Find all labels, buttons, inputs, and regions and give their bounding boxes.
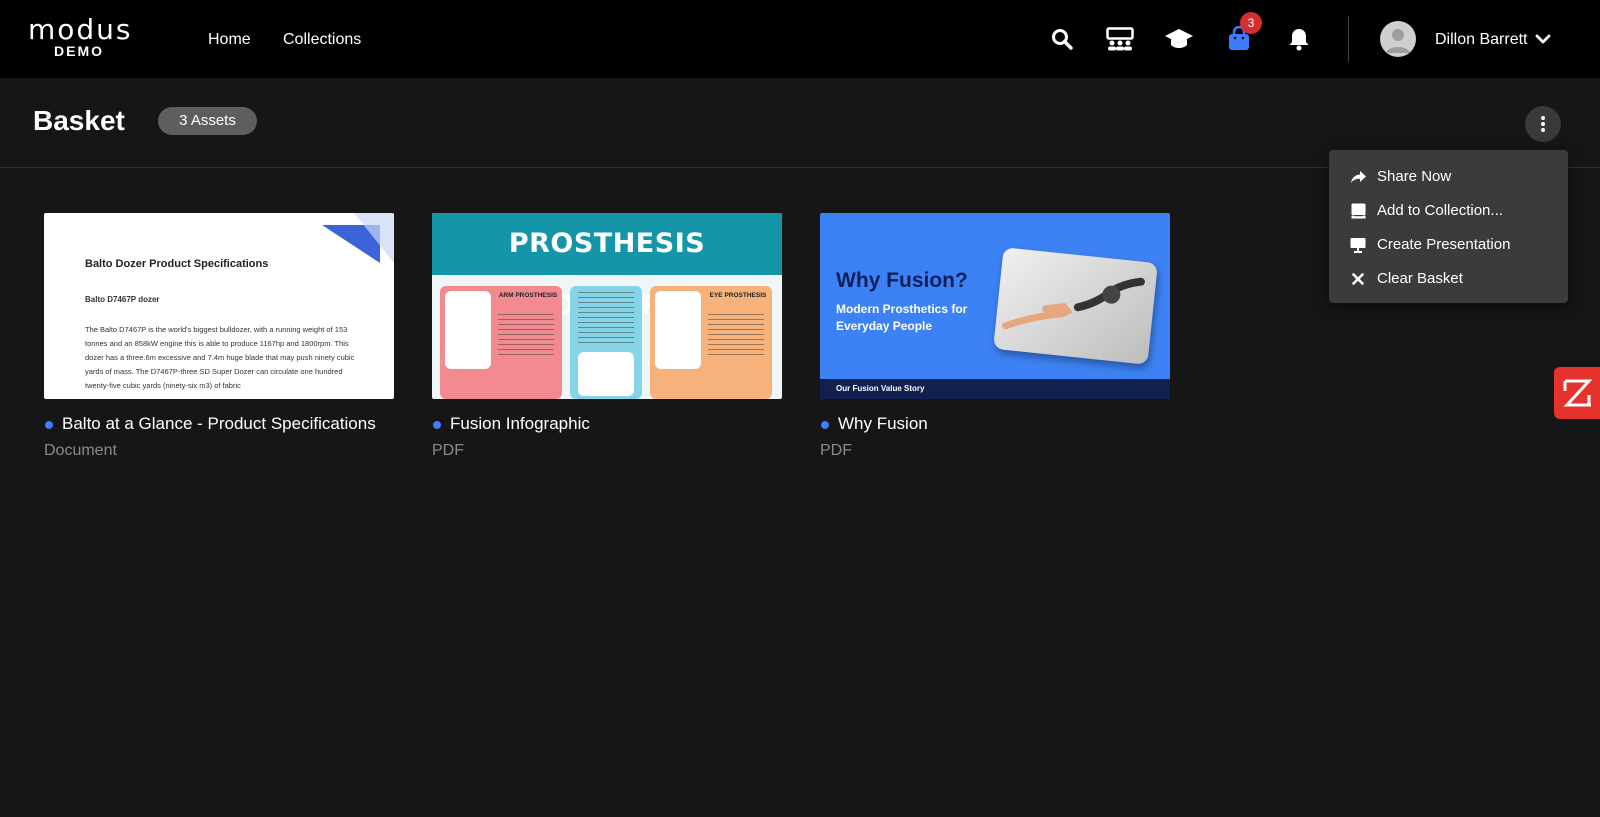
menu-item-share-now[interactable]: Share Now <box>1329 160 1568 194</box>
menu-item-clear-basket[interactable]: Clear Basket <box>1329 262 1568 296</box>
asset-type: PDF <box>820 442 852 459</box>
thumb-body-text: The Balto D7467P is the world's biggest … <box>85 325 355 390</box>
basket-count-badge: 3 <box>1240 12 1262 34</box>
asset-title[interactable]: Balto at a Glance - Product Specificatio… <box>62 414 376 434</box>
nav-home-link[interactable]: Home <box>208 30 251 50</box>
thumb-footer-text: Our Fusion Value Story <box>836 384 925 393</box>
logo-subtitle: DEMO <box>54 43 104 59</box>
asset-title[interactable]: Why Fusion <box>838 414 928 434</box>
share-icon <box>1349 168 1367 186</box>
menu-item-label: Create Presentation <box>1377 236 1511 253</box>
asset-count-badge: 3 Assets <box>158 107 257 135</box>
thumb-heading: Balto Dozer Product Specifications <box>85 258 269 270</box>
top-navigation-bar: modus DEMO Home Collections 3 Dillon Bar… <box>0 0 1600 78</box>
asset-thumbnail[interactable]: Why Fusion? Modern Prosthetics for Every… <box>820 213 1170 399</box>
vertical-dots-icon <box>1541 116 1545 132</box>
asset-type: Document <box>44 442 117 459</box>
asset-thumbnail[interactable]: Balto Dozer Product Specifications Balto… <box>44 213 394 399</box>
infographic-panel: EYE PROSTHESIS <box>650 286 772 399</box>
bell-icon[interactable] <box>1284 24 1314 54</box>
search-icon[interactable] <box>1047 24 1077 54</box>
asset-title[interactable]: Fusion Infographic <box>450 414 590 434</box>
status-dot <box>45 421 53 429</box>
basket-actions-menu: Share Now Add to Collection... Create Pr… <box>1329 150 1568 303</box>
menu-item-label: Add to Collection... <box>1377 202 1503 219</box>
infographic-panel: ARM PROSTHESIS <box>440 286 562 399</box>
nav-collections-link[interactable]: Collections <box>283 30 361 50</box>
logo-wordmark: modus <box>28 13 133 46</box>
asset-card[interactable]: Balto Dozer Product Specifications Balto… <box>44 213 394 459</box>
asset-thumbnail[interactable]: PROSTHESIS INFOGRAPHIC ARM PROSTHESIS EY… <box>432 213 782 399</box>
page-corner-graphic <box>322 213 394 263</box>
modus-logo[interactable]: modus DEMO <box>28 15 136 63</box>
status-dot <box>821 421 829 429</box>
thumb-subheading: Modern Prosthetics for Everyday People <box>836 302 968 333</box>
thumb-subheading: Balto D7467P dozer <box>85 295 160 304</box>
z-logo-icon <box>1563 379 1592 407</box>
menu-item-add-to-collection[interactable]: Add to Collection... <box>1329 194 1568 228</box>
page-title: Basket <box>33 105 125 136</box>
asset-card[interactable]: Why Fusion? Modern Prosthetics for Every… <box>820 213 1170 459</box>
menu-item-label: Clear Basket <box>1377 270 1463 287</box>
nav-divider <box>1348 16 1349 62</box>
panel-title: EYE PROSTHESIS <box>709 292 767 299</box>
thumb-heading: PROSTHESIS INFOGRAPHIC <box>432 213 782 321</box>
side-widget-button[interactable] <box>1554 367 1600 419</box>
user-avatar[interactable] <box>1380 21 1416 57</box>
presentation-audience-icon[interactable] <box>1105 24 1135 54</box>
chevron-down-icon[interactable] <box>1534 30 1552 48</box>
presentation-icon <box>1349 236 1367 254</box>
thumb-heading: Why Fusion? <box>836 269 968 292</box>
menu-item-label: Share Now <box>1377 168 1452 185</box>
user-name[interactable]: Dillon Barrett <box>1435 30 1527 50</box>
infographic-panel <box>570 286 642 399</box>
menu-item-create-presentation[interactable]: Create Presentation <box>1329 228 1568 262</box>
more-options-button[interactable] <box>1525 106 1561 142</box>
close-icon <box>1349 270 1367 288</box>
collection-icon <box>1349 202 1367 220</box>
asset-card[interactable]: PROSTHESIS INFOGRAPHIC ARM PROSTHESIS EY… <box>432 213 782 459</box>
asset-type: PDF <box>432 442 464 459</box>
status-dot <box>433 421 441 429</box>
panel-title: ARM PROSTHESIS <box>498 292 558 299</box>
hands-image <box>993 247 1158 365</box>
graduation-cap-icon[interactable] <box>1164 24 1194 54</box>
